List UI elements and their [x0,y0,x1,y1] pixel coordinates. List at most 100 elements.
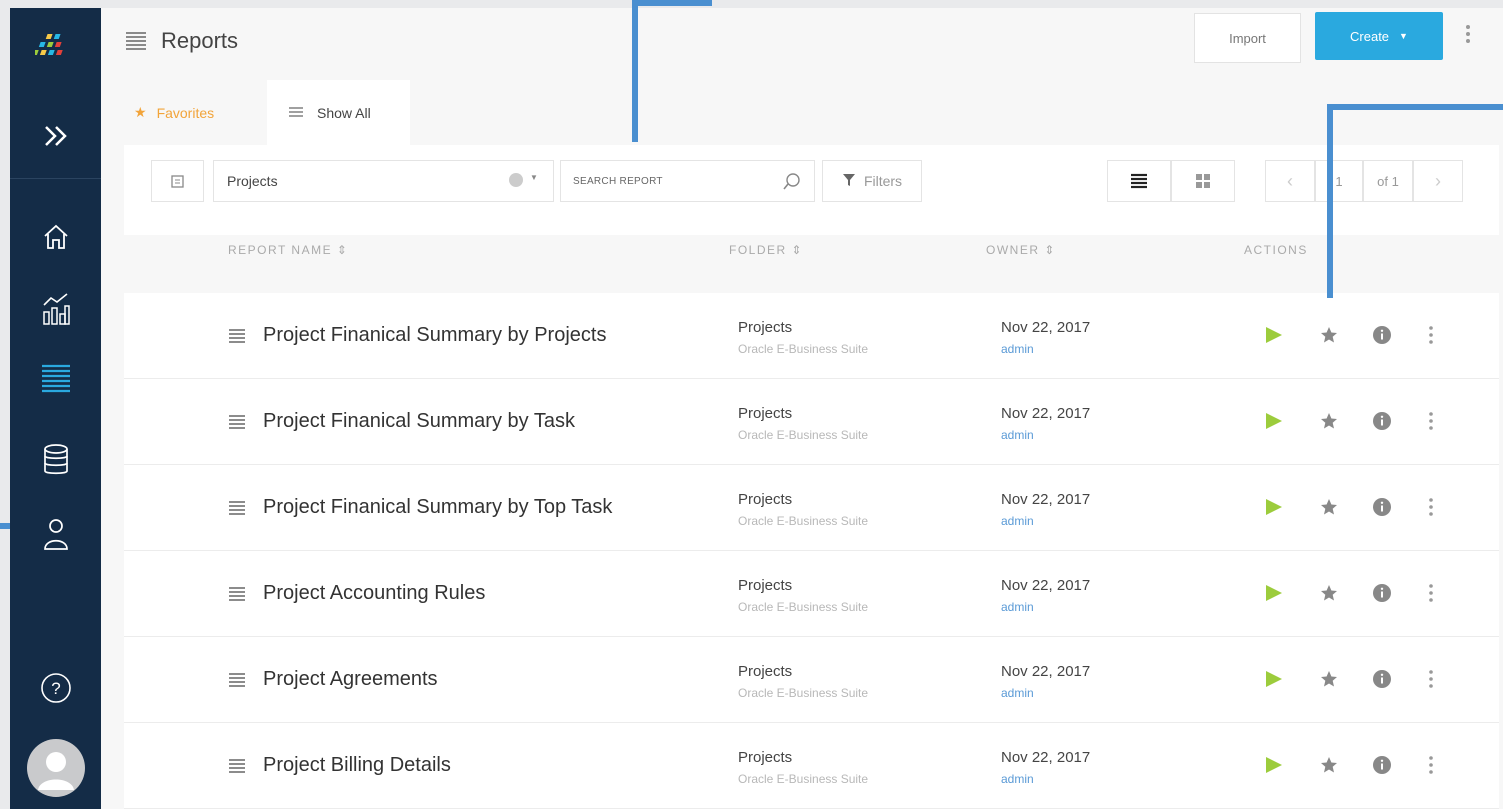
page-total-label: of 1 [1377,173,1399,189]
page-total: of 1 [1363,160,1413,202]
play-icon[interactable] [1264,325,1284,350]
clear-icon[interactable] [509,173,523,187]
report-name[interactable]: Project Finanical Summary by Task [263,410,575,433]
search-icon[interactable] [783,172,801,193]
report-name[interactable]: Project Finanical Summary by Top Task [263,496,612,519]
database-icon[interactable] [10,438,101,482]
play-icon[interactable] [1264,497,1284,522]
kebab-icon[interactable] [1428,669,1434,694]
info-icon[interactable] [1372,411,1392,436]
report-folder: Projects [738,491,793,508]
play-icon[interactable] [1264,411,1284,436]
report-owner[interactable]: admin [1001,686,1034,700]
table-row[interactable]: Project Finanical Summary by Task Project… [124,379,1499,465]
search-input[interactable]: SEARCH REPORT [560,160,815,202]
report-name[interactable]: Project Accounting Rules [263,582,485,605]
info-icon[interactable] [1372,325,1392,350]
folder-browse-button[interactable] [151,160,204,202]
callout-line [632,0,712,6]
page-title: Reports [161,28,239,53]
info-icon[interactable] [1372,497,1392,522]
star-icon[interactable] [1319,583,1339,608]
report-icon [228,414,246,435]
sidebar: ? [10,8,101,809]
sidebar-divider [10,178,101,179]
info-icon[interactable] [1372,669,1392,694]
play-icon[interactable] [1264,755,1284,780]
create-button[interactable]: Create ▼ [1315,12,1443,60]
column-header-owner[interactable]: OWNER ⇕ [986,243,1056,257]
kebab-icon[interactable] [1428,583,1434,608]
report-date: Nov 22, 2017 [1001,749,1091,766]
import-button[interactable]: Import [1194,13,1301,63]
column-header-label: ACTIONS [1244,243,1308,257]
tab-favorites[interactable]: ★ Favorites [134,80,214,145]
tab-show-all[interactable]: Show All [267,80,410,145]
kebab-icon[interactable] [1465,24,1471,49]
report-owner[interactable]: admin [1001,514,1034,528]
column-header-folder[interactable]: FOLDER ⇕ [729,243,803,257]
reports-panel: Projects ▼ SEARCH REPORT Filters ‹ 1 of … [124,145,1499,809]
search-placeholder: SEARCH REPORT [573,175,663,187]
star-icon[interactable] [1319,669,1339,694]
avatar[interactable] [10,736,101,800]
star-icon[interactable] [1319,325,1339,350]
callout-line [0,523,10,529]
folder-select[interactable]: Projects ▼ [213,160,554,202]
report-owner[interactable]: admin [1001,428,1034,442]
prev-page-button[interactable]: ‹ [1265,160,1315,202]
help-icon[interactable]: ? [10,668,101,708]
report-folder: Projects [738,663,793,680]
info-icon[interactable] [1372,583,1392,608]
reports-icon[interactable] [10,358,101,402]
report-icon [228,672,246,693]
filter-icon [842,173,856,190]
next-page-button[interactable]: › [1413,160,1463,202]
report-name[interactable]: Project Agreements [263,668,438,691]
grid-view-button[interactable] [1171,160,1235,202]
table-row[interactable]: Project Billing Details Projects Oracle E-… [124,723,1499,809]
kebab-icon[interactable] [1428,497,1434,522]
play-icon[interactable] [1264,583,1284,608]
filters-label: Filters [863,173,903,189]
page-input[interactable]: 1 [1315,160,1363,202]
analytics-icon[interactable] [10,286,101,332]
report-folder: Projects [738,405,793,422]
column-header-label: OWNER [986,243,1040,257]
column-header-report-name[interactable]: REPORT NAME ⇕ [228,243,348,257]
report-owner[interactable]: admin [1001,600,1034,614]
chevron-down-icon[interactable]: ▼ [530,173,538,182]
star-icon[interactable] [1319,755,1339,780]
reports-title-icon [125,30,147,55]
filters-button[interactable]: Filters [822,160,922,202]
column-header-label: FOLDER [729,243,787,257]
report-name[interactable]: Project Billing Details [263,754,451,777]
report-folder-source: Oracle E-Business Suite [738,772,869,786]
table-row[interactable]: Project Finanical Summary by Top Task Pro… [124,465,1499,551]
list-view-button[interactable] [1107,160,1171,202]
kebab-icon[interactable] [1428,755,1434,780]
report-folder: Projects [738,577,793,594]
logo-icon[interactable] [10,28,101,68]
kebab-icon[interactable] [1428,325,1434,350]
expand-icon[interactable] [10,116,101,156]
info-icon[interactable] [1372,755,1392,780]
star-icon[interactable] [1319,411,1339,436]
report-name[interactable]: Project Finanical Summary by Projects [263,324,606,347]
report-owner[interactable]: admin [1001,342,1034,356]
callout-line [632,0,638,142]
report-date: Nov 22, 2017 [1001,491,1091,508]
report-date: Nov 22, 2017 [1001,663,1091,680]
home-icon[interactable] [10,215,101,259]
report-owner[interactable]: admin [1001,772,1034,786]
report-date: Nov 22, 2017 [1001,319,1091,336]
table-row[interactable]: Project Accounting Rules Projects Oracle E… [124,551,1499,637]
top-bar: Reports Import Create ▼ [101,8,1503,76]
user-icon[interactable] [10,512,101,556]
table-row[interactable]: Project Agreements Projects Oracle E-Busin… [124,637,1499,723]
play-icon[interactable] [1264,669,1284,694]
star-icon[interactable] [1319,497,1339,522]
table-row[interactable]: Project Finanical Summary by Projects Pro… [124,293,1499,379]
kebab-icon[interactable] [1428,411,1434,436]
sort-icon: ⇕ [1044,243,1056,257]
